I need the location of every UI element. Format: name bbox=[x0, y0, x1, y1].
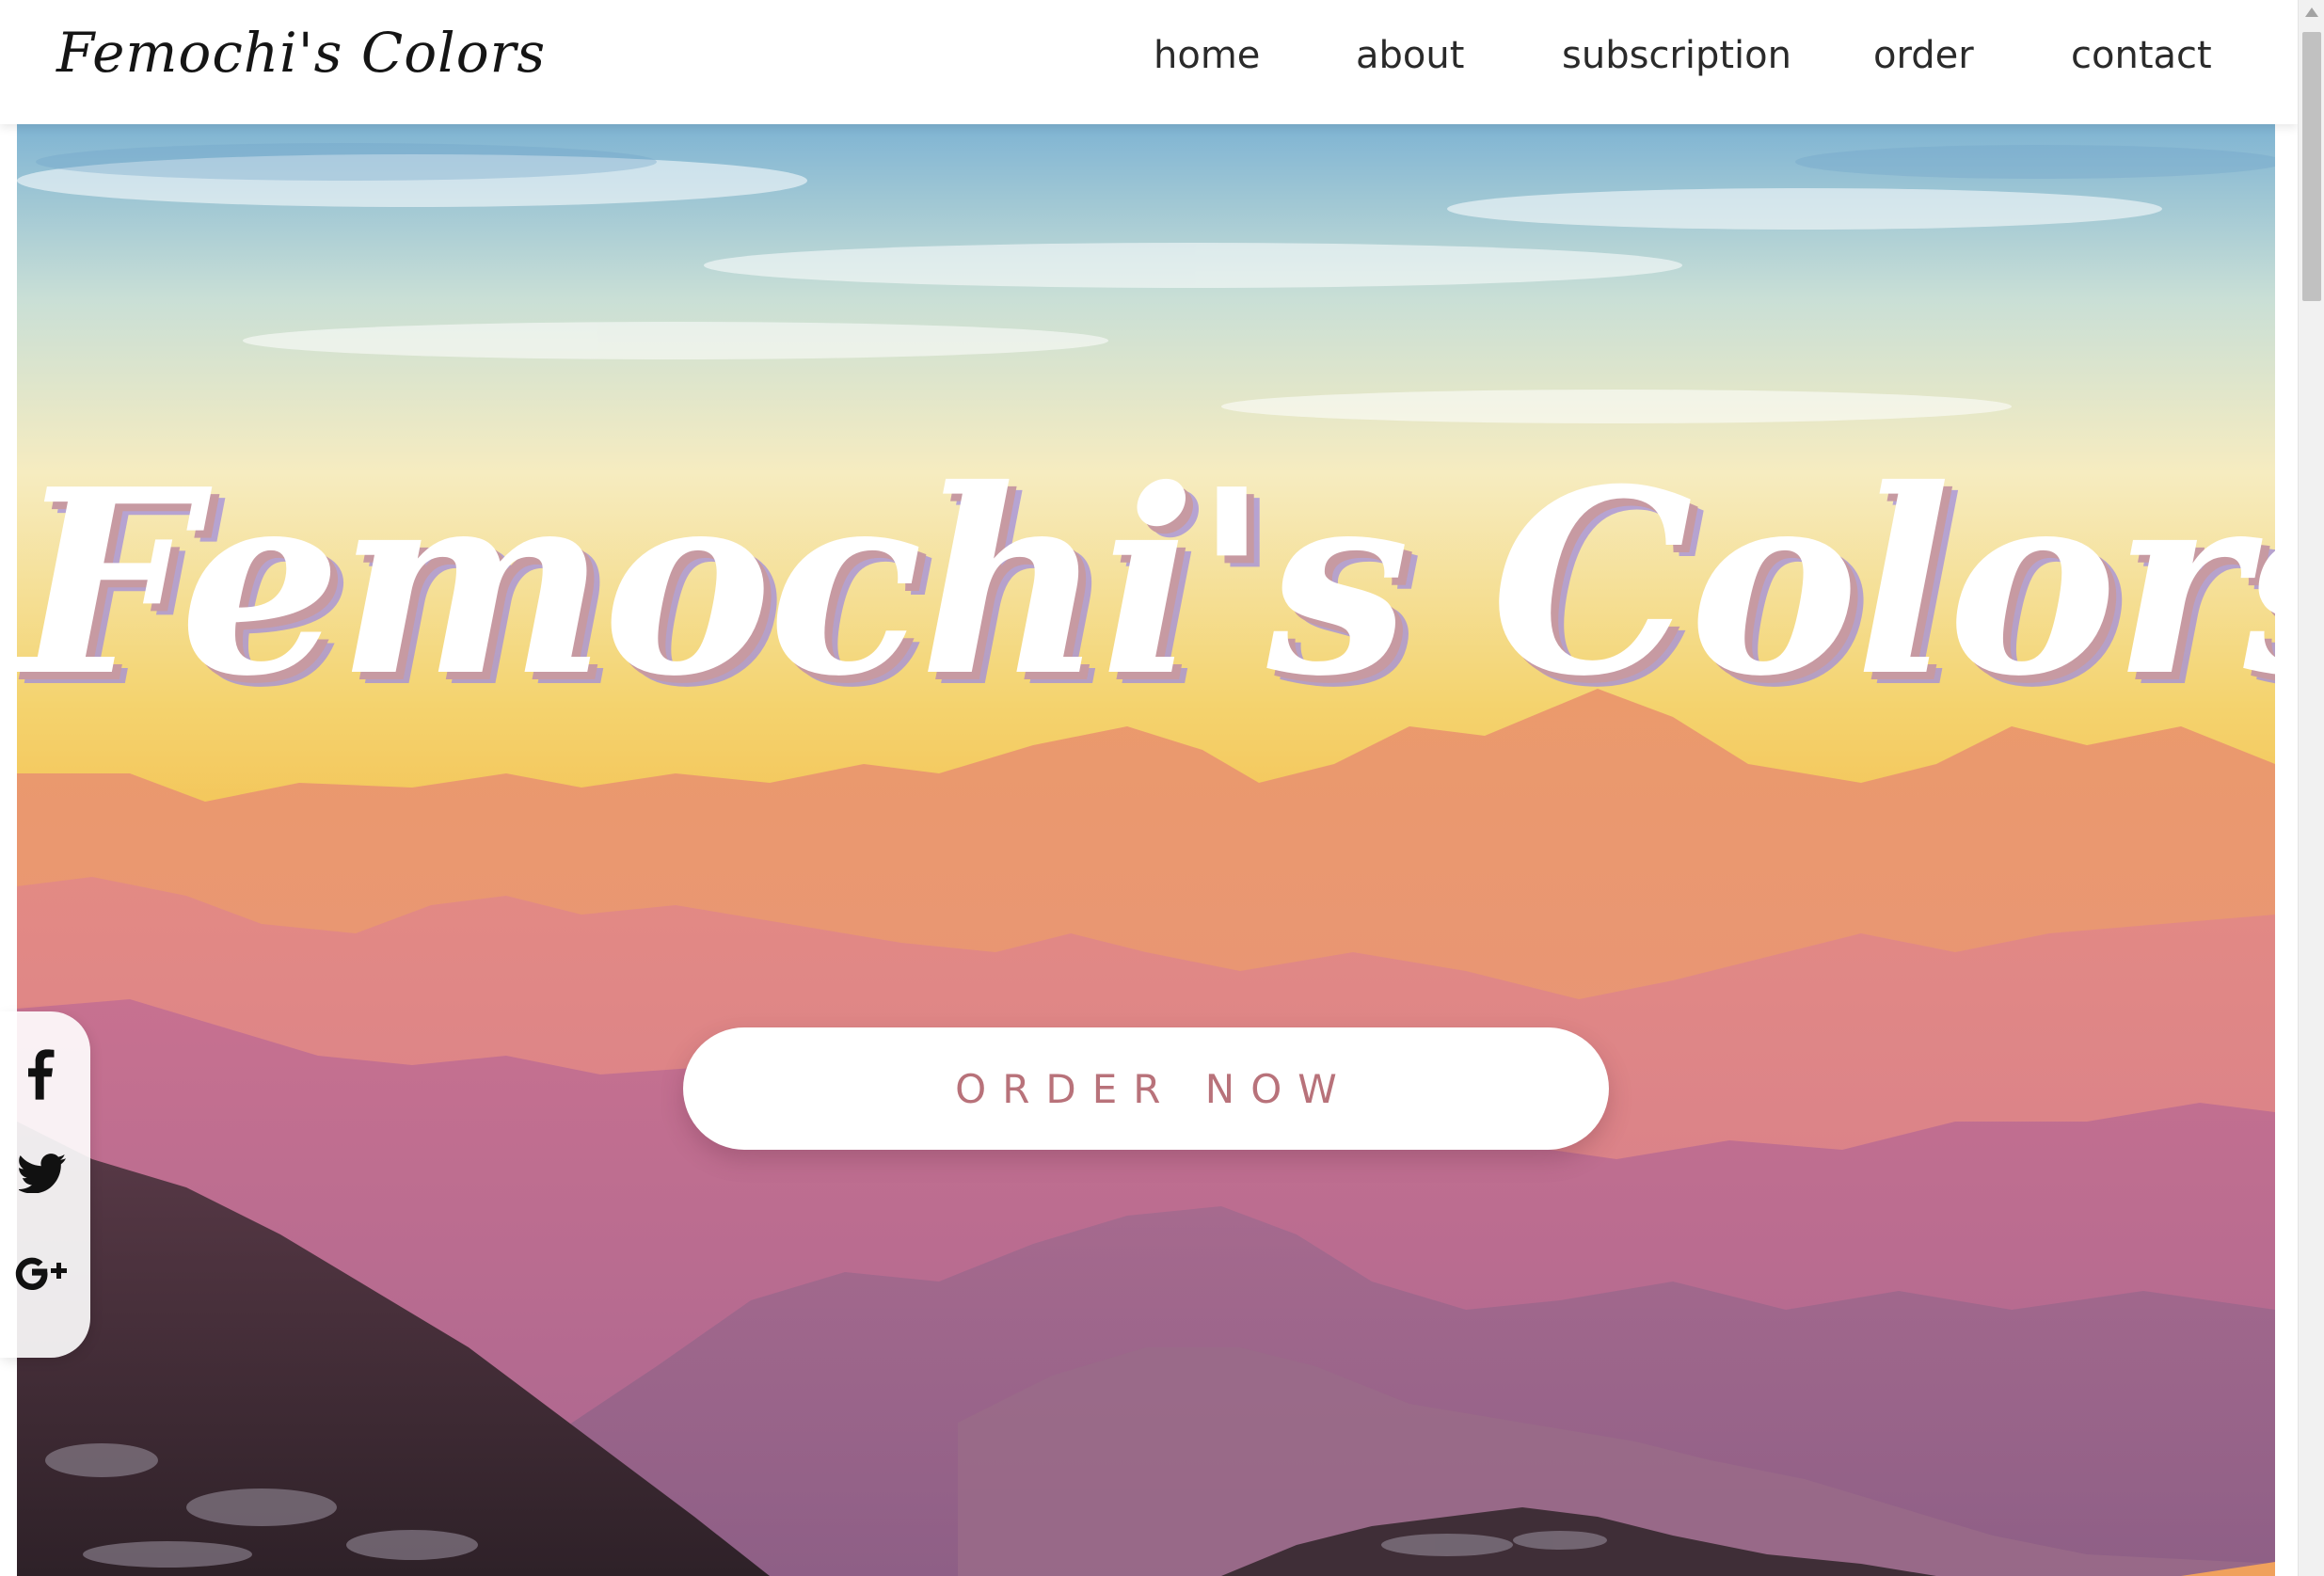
nav-link-home[interactable]: home bbox=[1154, 34, 1260, 77]
hero-section: Femochi's Colors ORDER NOW bbox=[17, 124, 2275, 1576]
nav-link-order[interactable]: order bbox=[1873, 34, 1974, 77]
scroll-up-arrow-icon[interactable] bbox=[2305, 8, 2318, 17]
twitter-icon[interactable] bbox=[0, 1131, 85, 1216]
order-now-label: ORDER NOW bbox=[955, 1065, 1353, 1112]
page-scrollbar[interactable] bbox=[2298, 0, 2324, 1576]
navbar: Femochi's Colors home about subscription… bbox=[0, 0, 2298, 124]
scrollbar-thumb[interactable] bbox=[2302, 32, 2321, 301]
social-sidebar bbox=[0, 1011, 90, 1358]
nav-link-about[interactable]: about bbox=[1356, 34, 1464, 77]
hero-title: Femochi's Colors bbox=[17, 433, 2275, 732]
google-plus-icon[interactable] bbox=[0, 1230, 85, 1314]
brand-logo[interactable]: Femochi's Colors bbox=[56, 21, 546, 85]
nav-link-contact[interactable]: contact bbox=[2071, 34, 2212, 77]
facebook-icon[interactable] bbox=[0, 1032, 85, 1117]
nav-link-subscription[interactable]: subscription bbox=[1562, 34, 1791, 77]
hero-background-image bbox=[17, 124, 2275, 1576]
order-now-button[interactable]: ORDER NOW bbox=[683, 1027, 1609, 1150]
